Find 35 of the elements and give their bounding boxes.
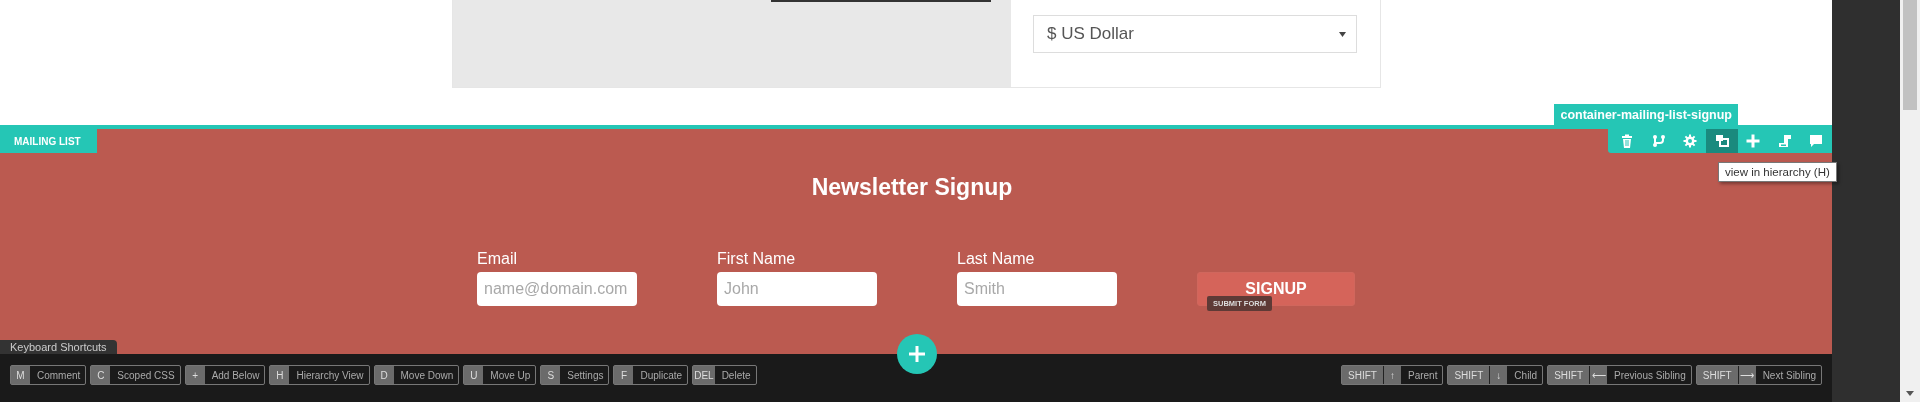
shortcut-label: Move Up (489, 368, 532, 383)
key-cap: F (614, 366, 634, 384)
key-cap: SHIFT (1548, 366, 1590, 384)
shortcut-label: Previous Sibling (1613, 368, 1687, 383)
field-label: Email (477, 250, 518, 268)
shortcut-label: Delete (720, 368, 752, 383)
tooltip: view in hierarchy (H) (1718, 162, 1837, 182)
shortcut-label: Comment (36, 368, 82, 383)
shortcut-label: Child (1513, 368, 1539, 383)
section-tag: MAILING LIST (0, 129, 97, 153)
key-cap: DEL (693, 366, 715, 384)
shortcut-label: Add Below (210, 368, 261, 383)
key-cap: S (541, 366, 561, 384)
key-cap: SHIFT (1696, 366, 1738, 384)
key-cap: ↓ (1489, 366, 1508, 384)
section-title: Newsletter Signup (811, 174, 1013, 201)
shortcut-label: Next Sibling (1761, 368, 1817, 383)
key-cap: H (270, 366, 290, 384)
key-cap: U (464, 366, 484, 384)
key-cap: C (91, 366, 111, 384)
shortcut-label: Parent (1407, 368, 1439, 383)
shortcut-label: Scoped CSS (116, 368, 176, 383)
field-label: Last Name (957, 250, 1036, 268)
field-label: First Name (717, 250, 797, 268)
key-cap: + (185, 366, 205, 384)
key-cap: SHIFT (1448, 366, 1490, 384)
key-cap: M (11, 366, 30, 384)
container-label: container-mailing-list-signup (1554, 104, 1738, 126)
key-cap: D (374, 366, 394, 384)
key-cap: SHIFT (1342, 366, 1383, 384)
key-cap: ⟵ (1589, 366, 1608, 384)
shortcut-label: Duplicate (639, 368, 684, 383)
shortcut-label: Move Down (399, 368, 455, 383)
shortcut-label: Hierarchy View (295, 368, 365, 383)
shortcut-label: Settings (566, 368, 605, 383)
